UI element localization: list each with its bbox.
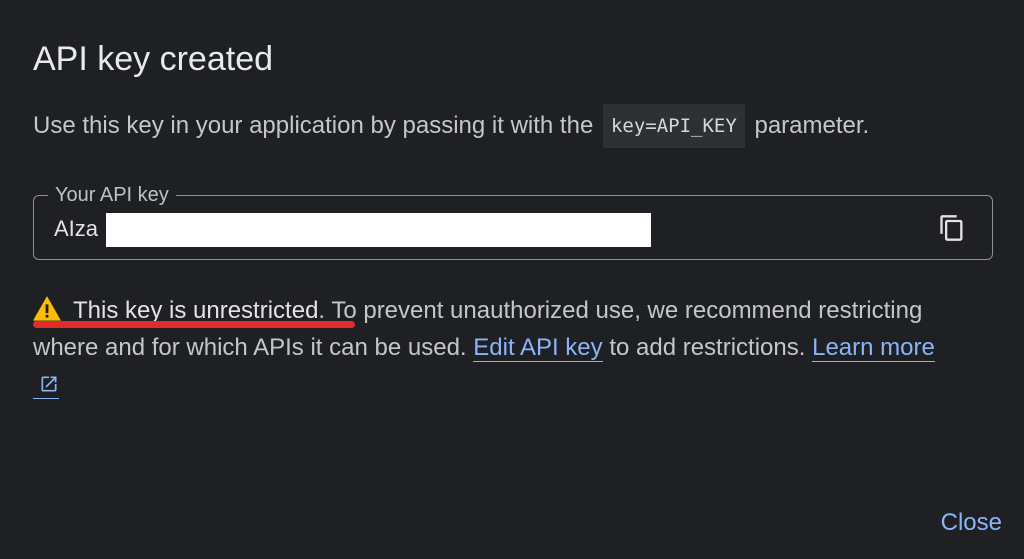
api-key-field[interactable]: Your API key AIza — [33, 182, 993, 260]
api-key-value[interactable]: AIza — [54, 214, 98, 244]
warning-triangle-icon — [33, 296, 61, 321]
description-text-after: parameter. — [754, 112, 870, 139]
learn-more-label: Learn more — [812, 334, 935, 361]
code-snippet: key=API_KEY — [602, 104, 745, 148]
dialog-title: API key created — [33, 40, 274, 78]
close-button[interactable]: Close — [941, 509, 1002, 537]
copy-icon[interactable] — [938, 214, 966, 242]
description-text-before: Use this key in your application by pass… — [33, 112, 594, 139]
api-key-dialog: API key created Use this key in your app… — [0, 0, 1024, 559]
external-link-icon — [41, 376, 57, 392]
edit-api-key-link[interactable]: Edit API key — [473, 334, 603, 362]
warning-text-2: to add restrictions. — [602, 334, 813, 361]
dialog-description: Use this key in your application by pass… — [33, 104, 869, 148]
redaction-box — [106, 213, 651, 247]
api-key-field-label: Your API key — [48, 182, 176, 208]
unrestricted-warning: This key is unrestricted. To prevent una… — [33, 292, 953, 403]
unrestricted-emphasis: This key is unrestricted — [73, 297, 319, 324]
red-annotation-underline — [33, 321, 355, 328]
